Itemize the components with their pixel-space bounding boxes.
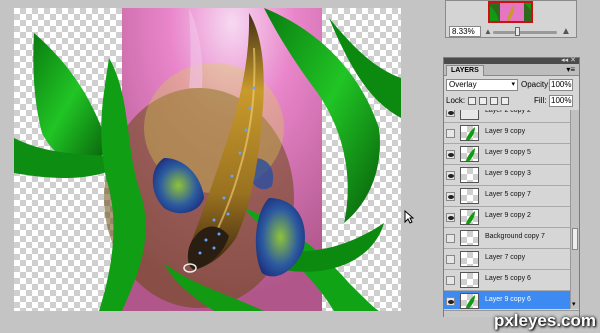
scroll-down-arrow-icon[interactable]: ▾ (572, 300, 576, 308)
layer-row[interactable]: Layer 7 copy (444, 249, 570, 270)
layer-thumbnail[interactable] (460, 110, 479, 120)
fill-label: Fill: (534, 96, 547, 105)
panel-tab-bar: LAYERS ▾≡ (444, 64, 579, 76)
chevron-down-icon: ▾ (511, 81, 515, 88)
visibility-eye-icon[interactable] (446, 234, 455, 243)
layer-thumbnail[interactable] (460, 293, 479, 309)
zoom-slider-handle[interactable] (515, 27, 520, 36)
navigator-thumbnail[interactable] (488, 1, 533, 23)
visibility-eye-icon[interactable] (446, 192, 455, 201)
lock-image-brush-icon[interactable] (479, 97, 487, 105)
zoom-level-field[interactable]: 8.33% (449, 26, 481, 37)
watermark: pxleyes.com (493, 311, 596, 330)
layer-name: Layer 9 copy 5 (485, 149, 531, 156)
layer-row[interactable]: Background copy 7 (444, 228, 570, 249)
layer-thumbnail[interactable] (460, 230, 479, 246)
visibility-eye-icon[interactable] (446, 213, 455, 222)
opacity-label: Opacity: (521, 80, 551, 89)
opacity-field[interactable]: 100% (549, 79, 573, 91)
large-mountain-icon[interactable]: ▲ (561, 26, 571, 37)
layer-row[interactable]: Layer 9 copy 5 (444, 144, 570, 165)
layers-scrollbar[interactable]: ▾ (570, 110, 579, 309)
lock-all-icon[interactable] (501, 97, 509, 105)
layer-thumbnail[interactable] (460, 167, 479, 183)
visibility-eye-icon[interactable] (446, 110, 455, 117)
visibility-eye-icon[interactable] (446, 129, 455, 138)
layer-row[interactable]: Layer 9 copy 2 (444, 207, 570, 228)
layer-row[interactable]: Layer 5 copy 7 (444, 186, 570, 207)
scrollbar-thumb[interactable] (572, 228, 578, 250)
layer-name: Layer 5 copy 6 (485, 275, 531, 282)
layer-thumbnail[interactable] (460, 188, 479, 204)
layer-row[interactable]: Layer 9 copy (444, 123, 570, 144)
panel-menu-icon[interactable]: ▾≡ (566, 65, 575, 74)
tab-layers[interactable]: LAYERS (446, 65, 484, 76)
layer-row[interactable]: Layer 5 copy 6 (444, 270, 570, 291)
zoom-slider[interactable] (493, 31, 557, 34)
layer-name: Layer 2 copy 2 (485, 110, 531, 114)
lock-position-move-icon[interactable] (490, 97, 498, 105)
visibility-eye-icon[interactable] (446, 297, 455, 306)
mouse-pointer-icon (404, 210, 414, 224)
layer-name: Background copy 7 (485, 233, 545, 240)
blend-row: Overlay ▾ Opacity: 100% (446, 79, 577, 92)
lock-transparency-icon[interactable] (468, 97, 476, 105)
layer-name: Layer 7 copy (485, 254, 526, 261)
layer-thumbnail[interactable] (460, 125, 479, 141)
artwork-image (14, 8, 401, 311)
layer-row[interactable]: Layer 9 copy 6 (444, 291, 570, 309)
layer-thumbnail[interactable] (460, 146, 479, 162)
layer-name: Layer 5 copy 7 (485, 191, 531, 198)
layer-name: Layer 9 copy (485, 128, 526, 135)
layers-panel: ◂◂ ✕ LAYERS ▾≡ Overlay ▾ Opacity: 100% L… (443, 57, 580, 317)
layer-thumbnail[interactable] (460, 209, 479, 225)
document-canvas[interactable] (14, 8, 401, 311)
collapse-icon[interactable]: ◂◂ ✕ (561, 56, 576, 64)
layer-name: Layer 9 copy 3 (485, 170, 531, 177)
layer-name: Layer 9 copy 2 (485, 212, 531, 219)
layer-row[interactable]: Layer 9 copy 3 (444, 165, 570, 186)
visibility-eye-icon[interactable] (446, 171, 455, 180)
layer-thumbnail[interactable] (460, 272, 479, 288)
blend-mode-value: Overlay (449, 80, 477, 89)
layer-list: Layer 2 copy 2 Layer 9 copy Layer 9 copy 5… (444, 110, 570, 309)
navigator-panel: 8.33% ▲ ▲ (445, 0, 577, 38)
visibility-eye-icon[interactable] (446, 276, 455, 285)
layer-row[interactable]: Layer 2 copy 2 (444, 110, 570, 123)
visibility-eye-icon[interactable] (446, 150, 455, 159)
blend-mode-select[interactable]: Overlay ▾ (446, 79, 518, 91)
layer-thumbnail[interactable] (460, 251, 479, 267)
small-mountain-icon[interactable]: ▲ (484, 27, 492, 36)
lock-label: Lock: (446, 96, 466, 105)
fill-field[interactable]: 100% (549, 95, 573, 107)
lock-row: Lock: Fill: 100% (446, 95, 577, 108)
layer-name: Layer 9 copy 6 (485, 296, 531, 303)
visibility-eye-icon[interactable] (446, 255, 455, 264)
